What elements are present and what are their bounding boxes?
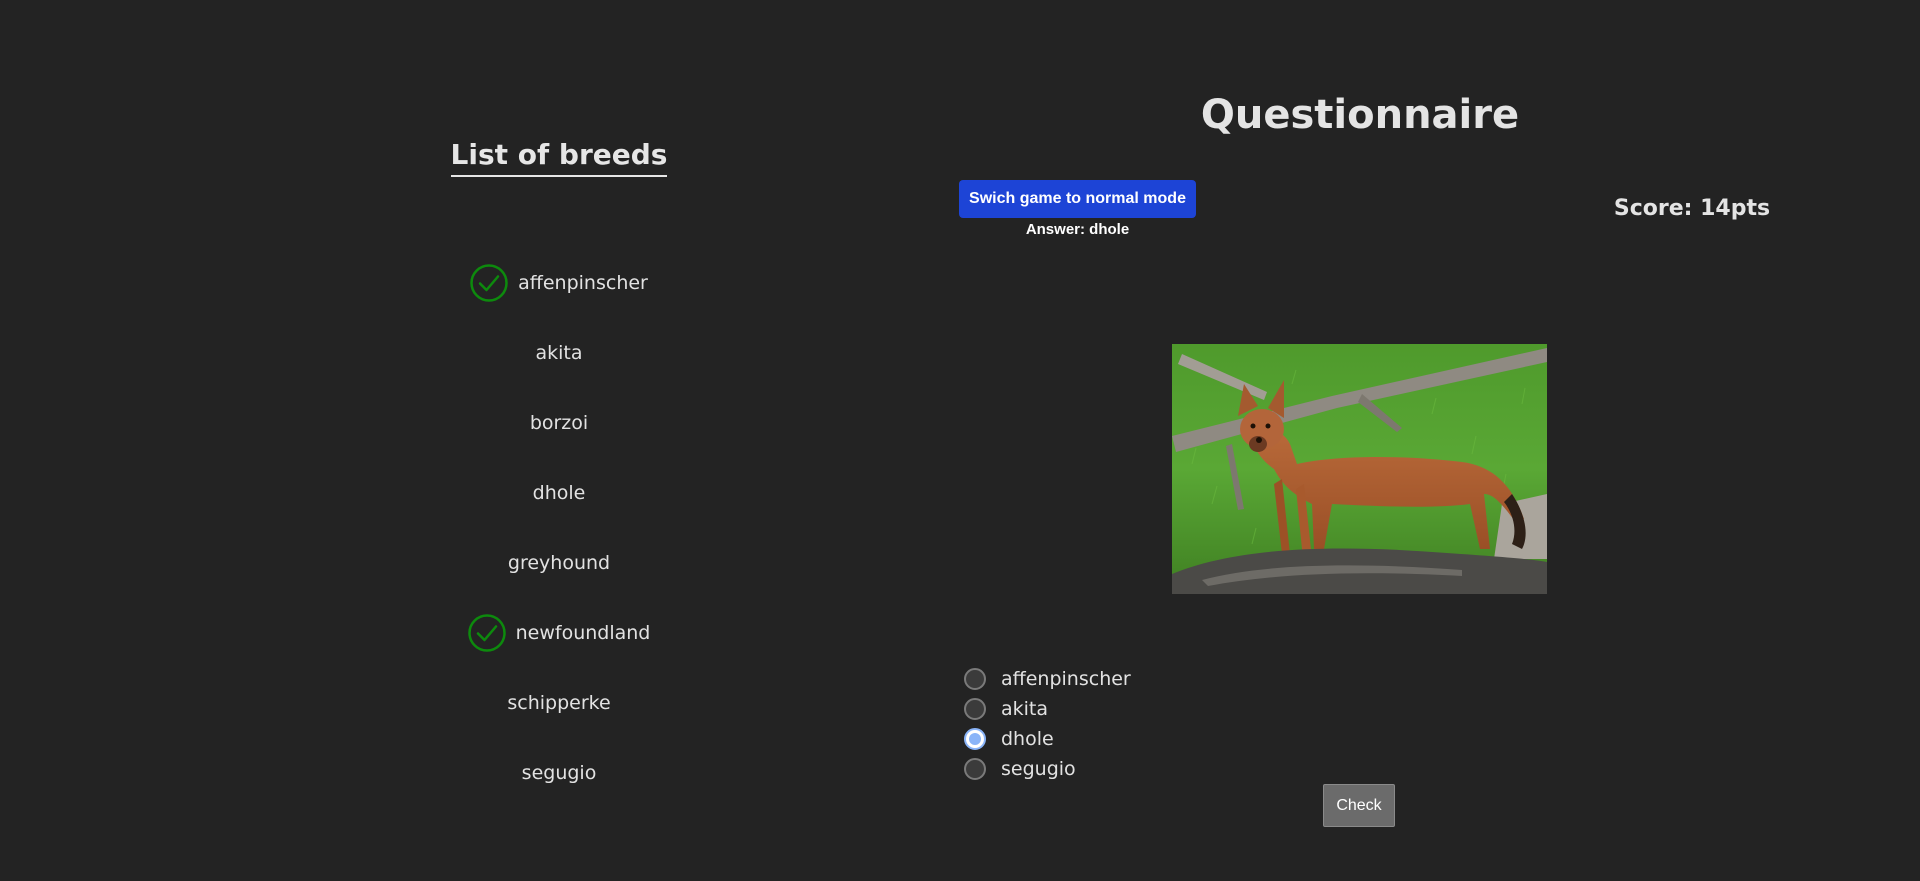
option-akita[interactable]: akita [964, 694, 1131, 724]
switch-mode-button[interactable]: Swich game to normal mode [959, 180, 1196, 218]
breed-label: greyhound [507, 552, 611, 574]
breed-item-akita: akita [440, 330, 678, 376]
breed-list-panel: List of breeds affenpinscher akita borzo… [440, 136, 678, 784]
dog-photo [1172, 344, 1547, 594]
page: List of breeds affenpinscher akita borzo… [0, 0, 1920, 881]
breed-item-schipperke: schipperke [440, 680, 678, 726]
answer-hint: Answer: dhole [1025, 221, 1130, 238]
breed-label: borzoi [529, 412, 589, 434]
radio-button-selected[interactable] [964, 728, 986, 750]
option-dhole[interactable]: dhole [964, 724, 1131, 754]
option-label: affenpinscher [1001, 668, 1131, 690]
radio-button[interactable] [964, 668, 986, 690]
breed-item-dhole: dhole [440, 470, 678, 516]
answer-options: affenpinscher akita dhole segugio [964, 664, 1131, 784]
checkmark-circle-icon [470, 264, 508, 302]
checkmark-circle-icon [467, 614, 506, 652]
breed-item-borzoi: borzoi [440, 400, 678, 446]
breed-label: segugio [521, 762, 597, 784]
breed-label: newfoundland [515, 622, 651, 644]
quiz-title: Questionnaire [1200, 92, 1520, 138]
radio-button[interactable] [964, 698, 986, 720]
option-affenpinscher[interactable]: affenpinscher [964, 664, 1131, 694]
option-label: akita [1001, 698, 1049, 720]
breed-label: schipperke [507, 692, 611, 714]
breed-list-title: List of breeds [450, 136, 668, 177]
breed-item-affenpinscher: affenpinscher [440, 260, 678, 306]
option-segugio[interactable]: segugio [964, 754, 1131, 784]
breed-label: akita [535, 342, 583, 364]
breed-item-greyhound: greyhound [440, 540, 678, 586]
option-label: segugio [1001, 758, 1076, 780]
breed-item-segugio: segugio [440, 750, 678, 796]
check-button[interactable]: Check [1323, 784, 1395, 827]
option-label: dhole [1001, 728, 1054, 750]
breed-item-newfoundland: newfoundland [440, 610, 678, 656]
breed-label: affenpinscher [518, 272, 648, 294]
breed-label: dhole [532, 482, 586, 504]
radio-button[interactable] [964, 758, 986, 780]
breed-list: affenpinscher akita borzoi dhole greyhou… [440, 260, 678, 820]
score-display: Score: 14pts [1613, 196, 1771, 221]
